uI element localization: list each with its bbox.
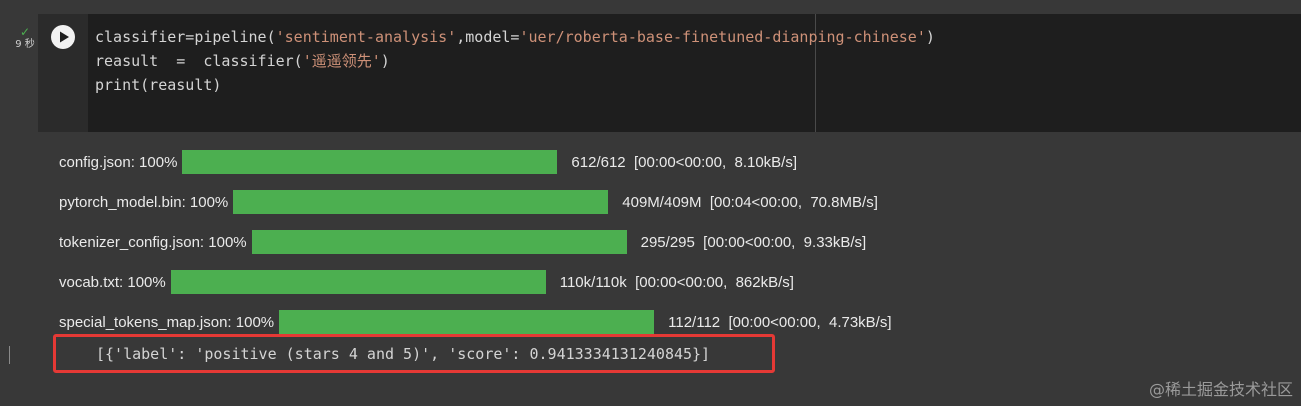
download-progress-model: pytorch_model.bin: 100% 409M/409M [00:04… bbox=[59, 190, 878, 214]
code-editor[interactable]: classifier=pipeline('sentiment-analysis'… bbox=[88, 14, 1301, 132]
download-progress-special-tokens: special_tokens_map.json: 100% 112/112 [0… bbox=[59, 310, 892, 334]
code-line-1: classifier=pipeline('sentiment-analysis'… bbox=[95, 28, 935, 46]
download-progress-tokenizer-config: tokenizer_config.json: 100% 295/295 [00:… bbox=[59, 230, 866, 254]
progress-stats: 409M/409M [00:04<00:00, 70.8MB/s] bbox=[622, 193, 878, 211]
watermark: @稀土掘金技术社区 bbox=[1148, 380, 1293, 399]
progress-stats: 112/112 [00:00<00:00, 4.73kB/s] bbox=[668, 313, 892, 331]
download-progress-vocab: vocab.txt: 100% 110k/110k [00:00<00:00, … bbox=[59, 270, 794, 294]
progress-stats: 110k/110k [00:00<00:00, 862kB/s] bbox=[559, 273, 794, 291]
progress-stats: 295/295 [00:00<00:00, 9.33kB/s] bbox=[640, 233, 867, 251]
progress-label: tokenizer_config.json: 100% bbox=[59, 233, 247, 251]
progress-bar bbox=[182, 150, 558, 174]
progress-label: config.json: 100% bbox=[59, 153, 178, 171]
output-scroll-marker bbox=[9, 346, 10, 364]
cell-status: ✓ 9 秒 bbox=[12, 26, 38, 51]
progress-bar bbox=[170, 270, 546, 294]
download-progress-config: config.json: 100% 612/612 [00:00<00:00, … bbox=[59, 150, 797, 174]
code-line-2: reasult = classifier('遥遥领先') bbox=[95, 52, 390, 70]
progress-label: pytorch_model.bin: 100% bbox=[59, 193, 229, 211]
code-line-3: print(reasult) bbox=[95, 76, 222, 94]
progress-bar bbox=[233, 190, 609, 214]
progress-label: special_tokens_map.json: 100% bbox=[59, 313, 275, 331]
run-cell-button[interactable] bbox=[38, 14, 88, 132]
progress-stats: 612/612 [00:00<00:00, 8.10kB/s] bbox=[571, 153, 798, 171]
check-icon: ✓ bbox=[19, 25, 31, 39]
progress-bar bbox=[251, 230, 627, 254]
classification-result: [{'label': 'positive (stars 4 and 5)', '… bbox=[96, 345, 711, 363]
execution-time: 9 秒 bbox=[15, 39, 35, 50]
progress-bar bbox=[279, 310, 655, 334]
notebook-cell: ✓ 9 秒 classifier=pipeline('sentiment-ana… bbox=[0, 0, 1301, 406]
progress-label: vocab.txt: 100% bbox=[59, 273, 166, 291]
play-icon bbox=[51, 25, 75, 49]
